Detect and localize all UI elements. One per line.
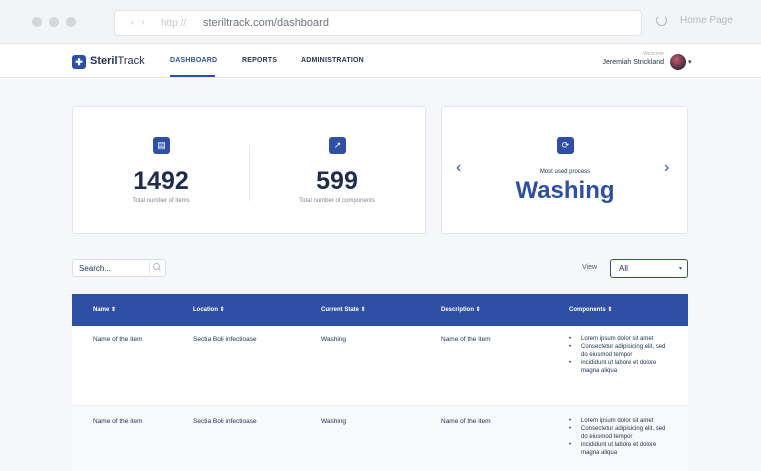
total-items-label: Total number of items (132, 198, 190, 204)
process-subtitle: Most used process (539, 169, 591, 175)
reload-icon[interactable] (656, 15, 667, 26)
items-table: Name ⇕ Location ⇕ Current State ⇕ Descri… (72, 294, 688, 471)
browser-chrome: ‹ › http:// steriltrack.com/dashboard Ho… (0, 0, 761, 44)
view-select[interactable]: All ▾ (610, 259, 688, 278)
user-name[interactable]: Jeremiah Strickland (580, 59, 664, 66)
url-text[interactable]: steriltrack.com/dashboard (203, 17, 329, 29)
component-item: incididunt ut labore et dolore magna ali… (569, 359, 669, 375)
app-header: ✚ SterilTrack DASHBOARD REPORTS ADMINIST… (0, 45, 761, 78)
cell-description: Name of the item (441, 418, 491, 425)
cell-description: Name of the item (441, 336, 491, 343)
nav-dashboard[interactable]: DASHBOARD (170, 57, 217, 64)
search-icon[interactable] (149, 262, 163, 274)
component-item: Lorem ipsum dolor sit amet (569, 417, 669, 425)
trend-icon: ↗ (329, 137, 346, 154)
cell-current-state: Washing (321, 336, 347, 343)
avatar[interactable] (670, 54, 686, 70)
logo-light-text: Track (117, 55, 145, 67)
stats-card: ▤ 1492 Total number of items ↗ 599 Total… (72, 106, 426, 234)
col-header-description[interactable]: Description ⇕ (441, 306, 481, 313)
component-item: Lorem ipsum dolor sit amet (569, 335, 669, 343)
chevron-down-icon: ▾ (678, 266, 682, 272)
cell-components: Lorem ipsum dolor sit amet Consectetur a… (569, 417, 669, 457)
back-forward-icon[interactable]: ‹ › (131, 17, 146, 28)
nav-reports[interactable]: REPORTS (242, 57, 277, 64)
app-logo[interactable]: SterilTrack (90, 55, 145, 67)
cell-current-state: Washing (321, 418, 347, 425)
logo-icon[interactable]: ✚ (72, 55, 86, 69)
process-card: ‹ ⟳ Most used process Washing › (441, 106, 688, 234)
active-nav-indicator (170, 75, 215, 77)
url-protocol: http:// (161, 18, 187, 29)
col-header-components[interactable]: Components ⇕ (569, 306, 612, 313)
process-name: Washing (515, 177, 615, 204)
component-item: Consectetur adipisicing elit, sed do eiu… (569, 343, 669, 359)
address-bar[interactable]: ‹ › http:// steriltrack.com/dashboard (114, 10, 642, 36)
chevron-down-icon[interactable]: ▾ (688, 58, 692, 66)
table-header: Name ⇕ Location ⇕ Current State ⇕ Descri… (72, 294, 688, 326)
total-components-value: 599 (316, 167, 358, 195)
box-icon: ▤ (153, 137, 170, 154)
component-item: incididunt ut labore et dolore magna ali… (569, 441, 669, 457)
total-items-value: 1492 (133, 167, 189, 195)
view-selected-value: All (619, 264, 628, 273)
cell-location: Sectia Boli infectioase (193, 336, 257, 343)
search-input[interactable]: Search... (72, 259, 166, 277)
maximize-window-dot[interactable] (66, 17, 76, 27)
chevron-left-icon[interactable]: ‹ (456, 159, 461, 177)
search-placeholder: Search... (79, 264, 112, 273)
cell-name: Name of the item (93, 336, 143, 343)
close-window-dot[interactable] (32, 17, 42, 27)
refresh-icon: ⟳ (557, 137, 574, 154)
minimize-window-dot[interactable] (49, 17, 59, 27)
view-label: View (582, 264, 598, 271)
welcome-text: Welcome (643, 51, 664, 57)
cell-components: Lorem ipsum dolor sit amet Consectetur a… (569, 335, 669, 375)
logo-bold-text: Steril (90, 55, 118, 67)
component-item: Consectetur adipisicing elit, sed do eiu… (569, 425, 669, 441)
cell-location: Sectia Boli infectioase (193, 418, 257, 425)
table-row[interactable]: Name of the item Sectia Boli infectioase… (72, 326, 688, 406)
nav-administration[interactable]: ADMINISTRATION (301, 57, 364, 64)
home-page-link[interactable]: Home Page (680, 15, 733, 26)
window-controls (32, 17, 76, 27)
dashboard-content: ▤ 1492 Total number of items ↗ 599 Total… (0, 79, 761, 471)
stats-divider (249, 145, 250, 201)
col-header-current-state[interactable]: Current State ⇕ (321, 306, 366, 313)
cell-name: Name of the item (93, 418, 143, 425)
col-header-name[interactable]: Name ⇕ (93, 306, 116, 313)
table-row[interactable]: Name of the item Sectia Boli infectioase… (72, 406, 688, 471)
total-components-label: Total number of components (299, 198, 375, 204)
col-header-location[interactable]: Location ⇕ (193, 306, 225, 313)
chevron-right-icon[interactable]: › (664, 159, 669, 177)
